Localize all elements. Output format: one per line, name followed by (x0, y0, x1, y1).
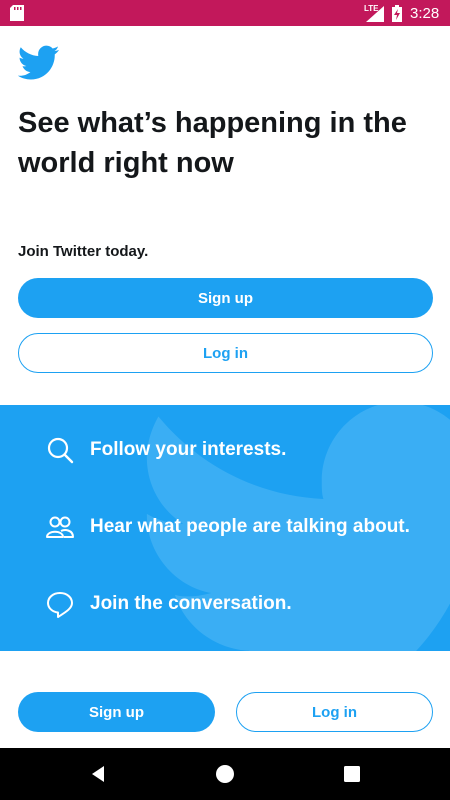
bottom-sign-up-button[interactable]: Sign up (18, 692, 215, 732)
join-prompt: Join Twitter today. (18, 243, 149, 260)
feature-follow-interests: Follow your interests. (45, 435, 286, 465)
recent-apps-icon[interactable] (342, 764, 362, 784)
feature-join-conversation: Join the conversation. (45, 589, 292, 619)
features-panel: Follow your interests. Hear what people … (0, 405, 450, 651)
feature-hear-people: Hear what people are talking about. (45, 512, 410, 542)
chat-bubble-icon (47, 592, 73, 618)
navigation-bar (0, 748, 450, 800)
status-time: 3:28 (410, 5, 440, 22)
page-title: See what’s happening in the world right … (18, 103, 438, 183)
headline-line-2: world right now (18, 147, 234, 179)
status-bar: LTE 3:28 (0, 0, 450, 26)
signal-icon (366, 6, 384, 22)
home-icon[interactable] (215, 764, 235, 784)
search-icon (47, 437, 74, 464)
bottom-log-in-button[interactable]: Log in (236, 692, 433, 732)
sign-up-button[interactable]: Sign up (18, 278, 433, 318)
twitter-logo-icon (18, 45, 60, 80)
headline-line-1: See what’s happening in the (18, 107, 407, 139)
feature-text: Join the conversation. (90, 593, 292, 614)
people-icon (46, 516, 74, 538)
feature-text: Follow your interests. (90, 439, 287, 460)
back-icon[interactable] (88, 764, 108, 784)
sd-card-icon (10, 5, 24, 21)
feature-text: Hear what people are talking about. (90, 516, 410, 537)
log-in-button[interactable]: Log in (18, 333, 433, 373)
battery-charging-icon (392, 5, 402, 22)
